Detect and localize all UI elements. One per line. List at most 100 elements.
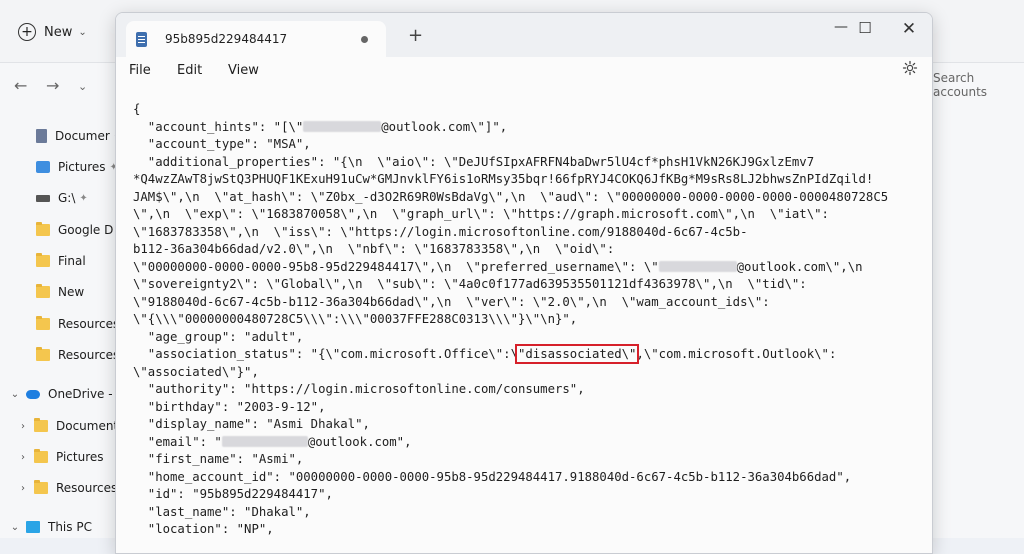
text-segment: "birthday": "2003-9-12", — [133, 399, 326, 414]
text-segment: "last_name": "Dhakal", — [133, 504, 311, 519]
folder-icon — [36, 347, 50, 361]
text-segment: "display_name": "Asmi Dhakal", — [133, 417, 370, 431]
text-segment: *Q4wzZAwT8jwStQ3PHUQF1KExuH91uCw*GMJnvkl… — [133, 172, 874, 186]
text-segment: \"9188040d-6c67-4c5b-b112-36a304b66dad\"… — [133, 294, 770, 309]
text-line: "additional_properties": "{\n \"aio\": \… — [133, 154, 888, 172]
text-segment: "location": "NP", — [133, 522, 274, 536]
sidebar-item-label: Resources — [58, 348, 120, 362]
explorer-sidebar: Documer✦Pictures✦G:\✦Google D✦FinalNewRe… — [0, 112, 126, 538]
sidebar-item-label: OneDrive - P — [48, 387, 124, 401]
new-button[interactable]: + New ⌄ — [18, 20, 87, 44]
folder-icon — [36, 284, 50, 298]
gear-icon[interactable] — [902, 60, 918, 76]
text-line: \"00000000-0000-0000-95b8-95d229484417\"… — [133, 259, 888, 277]
text-segment: \"{\\\"00000000480728C5\\\":\\\"00037FFE… — [133, 312, 578, 326]
text-line: \",\n \"exp\": \"1683870058\",\n \"graph… — [133, 206, 888, 224]
document-icon — [36, 129, 47, 143]
sidebar-item-label: Pictures — [56, 450, 104, 464]
sidebar-item-label: Resources — [56, 481, 118, 495]
new-button-label: New — [44, 24, 73, 40]
notepad-file-icon — [136, 31, 147, 47]
redacted-text — [221, 435, 308, 447]
menu-edit[interactable]: Edit — [177, 63, 202, 78]
text-line: "location": "NP", — [133, 521, 888, 539]
text-segment: \"associated\"}", — [133, 364, 259, 379]
back-arrow-icon[interactable]: ← — [14, 76, 27, 95]
text-segment: b112-36a304b66dad/v2.0\",\n \"nbf\": \"1… — [133, 242, 615, 256]
new-tab-plus-icon[interactable]: + — [408, 27, 423, 45]
text-segment: @outlook.com\"]", — [381, 119, 508, 134]
maximize-icon[interactable]: ☐ — [848, 19, 882, 37]
text-segment: "account_hints": "[\" — [133, 119, 304, 134]
sidebar-item-label: G:\ — [58, 191, 76, 205]
close-icon[interactable]: ✕ — [892, 19, 926, 39]
notepad-menubar: File Edit View — [116, 57, 932, 85]
text-segment: JAM$\",\n \"at_hash\": \"Z0bx_-d3O2R69R0… — [133, 189, 889, 204]
text-line: "association_status": "{\"com.microsoft.… — [133, 344, 888, 364]
text-segment: "id": "95b895d229484417", — [133, 487, 333, 501]
text-segment: "age_group": "adult", — [133, 329, 304, 344]
text-segment: "authority": "https://login.microsoftonl… — [133, 382, 585, 396]
text-editor-area[interactable]: { "account_hints": "[\" @outlook.com\"]",… — [116, 91, 932, 553]
sidebar-item[interactable]: ⌄ This PC — [0, 515, 125, 539]
sidebar-item-label: Final — [58, 254, 86, 268]
text-line: { — [133, 101, 888, 119]
expand-chevron-icon[interactable]: ⌄ — [10, 522, 20, 533]
text-line: b112-36a304b66dad/v2.0\",\n \"nbf\": \"1… — [133, 241, 888, 259]
text-segment: "association_status": "{\"com.microsoft.… — [133, 347, 518, 361]
text-segment: @outlook.com\",\n — [736, 259, 863, 274]
chevron-down-icon: ⌄ — [78, 26, 87, 38]
text-segment: \",\n \"exp\": \"1683870058\",\n \"graph… — [133, 207, 829, 221]
text-line: \"sovereignty2\": \"Global\",\n \"sub\":… — [133, 276, 888, 294]
text-line: "account_type": "MSA", — [133, 136, 888, 154]
expand-chevron-icon[interactable]: › — [18, 452, 28, 463]
tab-title: 95b895d229484417 — [165, 32, 288, 46]
search-placeholder: Search accounts — [933, 71, 988, 99]
sidebar-item[interactable]: › Pictures — [0, 445, 133, 469]
onedrive-icon — [26, 389, 40, 399]
menu-file[interactable]: File — [129, 63, 151, 78]
tab-document[interactable]: 95b895d229484417 — [126, 21, 386, 57]
text-line: "email": " @outlook.com", — [133, 434, 888, 452]
sidebar-item-label: Documer — [55, 129, 110, 143]
text-line: *Q4wzZAwT8jwStQ3PHUQF1KExuH91uCw*GMJnvkl… — [133, 171, 888, 189]
unsaved-dot-icon[interactable] — [361, 35, 368, 43]
text-segment: "first_name": "Asmi", — [133, 452, 304, 466]
folder-icon — [36, 222, 50, 236]
sidebar-item[interactable]: ⌄ OneDrive - P — [0, 382, 125, 406]
text-segment: "additional_properties": "{\n \"aio\": \… — [133, 154, 815, 169]
notepad-titlebar: 95b895d229484417 + — ☐ ✕ — [116, 13, 932, 57]
text-segment: \"1683783358\",\n \"iss\": \"https://log… — [133, 224, 748, 239]
text-segment: @outlook.com", — [307, 434, 412, 449]
text-line: "last_name": "Dhakal", — [133, 504, 888, 522]
plus-icon: + — [18, 23, 36, 41]
text-line: "birthday": "2003-9-12", — [133, 399, 888, 417]
text-line: "display_name": "Asmi Dhakal", — [133, 416, 888, 434]
recent-locations-chevron-icon[interactable]: ⌄ — [78, 80, 87, 93]
pin-icon: ✦ — [79, 192, 88, 204]
text-segment: "email": " — [133, 434, 222, 449]
expand-chevron-icon[interactable]: ⌄ — [10, 389, 20, 400]
sidebar-item[interactable]: › Resources — [0, 476, 133, 500]
search-input[interactable]: Search accounts — [926, 71, 1024, 99]
sidebar-item-label: New — [58, 285, 85, 299]
text-line: "first_name": "Asmi", — [133, 451, 888, 469]
pictures-icon — [36, 161, 50, 173]
sidebar-item[interactable]: › Documents — [0, 414, 133, 438]
expand-chevron-icon[interactable]: › — [18, 483, 28, 494]
text-line: "id": "95b895d229484417", — [133, 486, 888, 504]
text-line: "account_hints": "[\" @outlook.com\"]", — [133, 119, 888, 137]
folder-icon — [34, 480, 48, 494]
sidebar-item-label: Pictures — [58, 160, 106, 174]
sidebar-item-label: This PC — [48, 520, 92, 534]
text-line: JAM$\",\n \"at_hash\": \"Z0bx_-d3O2R69R0… — [133, 189, 888, 207]
folder-icon — [34, 418, 48, 432]
expand-chevron-icon[interactable]: › — [18, 421, 28, 432]
sidebar-item-label: Resources — [58, 317, 120, 331]
text-line: \"9188040d-6c67-4c5b-b112-36a304b66dad\"… — [133, 294, 888, 312]
folder-icon — [36, 253, 50, 267]
text-segment: { — [133, 102, 141, 116]
menu-view[interactable]: View — [228, 63, 259, 78]
forward-arrow-icon[interactable]: → — [46, 76, 59, 95]
drive-icon — [36, 194, 50, 202]
